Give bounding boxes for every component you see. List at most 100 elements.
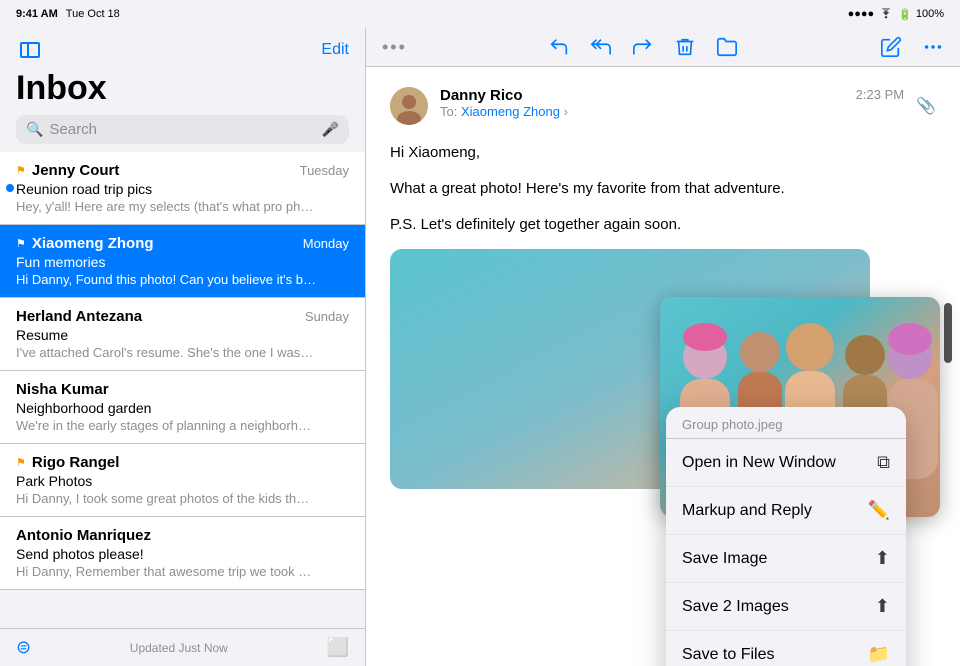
save-2-images-label: Save 2 Images <box>682 598 789 616</box>
search-input[interactable]: Search <box>49 121 315 138</box>
mail-sender: Jenny Court <box>32 162 120 179</box>
context-menu-markup-reply[interactable]: Markup and Reply ✏️ <box>666 487 906 535</box>
updated-text: Updated Just Now <box>130 641 228 655</box>
mail-preview: Hi Danny, I took some great photos of th… <box>16 491 316 506</box>
mail-item[interactable]: Nisha Kumar Neighborhood garden We're in… <box>0 371 365 444</box>
detail-toolbar: ••• <box>366 28 960 67</box>
context-menu-filename: Group photo.jpeg <box>666 407 906 439</box>
signal-icon: ●●●● <box>848 8 875 20</box>
forward-button[interactable] <box>632 36 654 58</box>
markup-reply-label: Markup and Reply <box>682 502 812 520</box>
folder-button[interactable] <box>716 36 738 58</box>
more-button[interactable] <box>922 36 944 58</box>
flag-icon: ⚑ <box>16 164 26 177</box>
home-indicator[interactable] <box>944 303 952 363</box>
avatar-image <box>390 87 428 125</box>
more-options-icon[interactable]: ••• <box>382 37 407 58</box>
to-label: To: <box>440 104 457 119</box>
main-layout: Edit Inbox 🔍 Search 🎤 ⚑ Jenny Court <box>0 28 960 666</box>
mail-sender: Herland Antezana <box>16 308 142 325</box>
save-to-files-icon: 📁 <box>868 644 890 665</box>
status-time: 9:41 AM <box>16 8 58 20</box>
battery-percent: 100% <box>916 8 944 20</box>
status-date: Tue Oct 18 <box>66 8 120 20</box>
save-image-label: Save Image <box>682 550 767 568</box>
mail-items-list: ⚑ Jenny Court Tuesday Reunion road trip … <box>0 152 365 628</box>
compose-button[interactable] <box>880 36 902 58</box>
device-frame: 9:41 AM Tue Oct 18 ●●●● 🔋 100% Edit Inb <box>0 0 960 666</box>
mail-sender: Nisha Kumar <box>16 381 109 398</box>
context-menu-save-to-files[interactable]: Save to Files 📁 <box>666 631 906 666</box>
sidebar-icon <box>20 42 40 58</box>
mail-subject: Fun memories <box>16 254 349 270</box>
trash-icon <box>674 36 696 58</box>
mail-body-line1: What a great photo! Here's my favorite f… <box>390 177 936 201</box>
mail-date: Monday <box>303 236 349 251</box>
mail-preview: Hi Danny, Remember that awesome trip we … <box>16 564 316 579</box>
sender-avatar <box>390 87 428 125</box>
toolbar-right-actions <box>880 36 944 58</box>
mail-item[interactable]: Antonio Manriquez Send photos please! Hi… <box>0 517 365 590</box>
to-name[interactable]: Xiaomeng Zhong <box>461 104 560 119</box>
mail-date: Tuesday <box>300 163 349 178</box>
mail-detail-panel: ••• <box>366 28 960 666</box>
forward-icon <box>632 36 654 58</box>
trash-button[interactable] <box>674 36 696 58</box>
filter-icon[interactable]: ⊜ <box>16 637 31 658</box>
mail-item[interactable]: ⚑ Xiaomeng Zhong Monday Fun memories Hi … <box>0 225 365 298</box>
status-bar: 9:41 AM Tue Oct 18 ●●●● 🔋 100% <box>0 0 960 28</box>
mail-subject: Neighborhood garden <box>16 400 349 416</box>
mail-meta: Danny Rico To: Xiaomeng Zhong › <box>440 87 844 119</box>
mail-preview: Hey, y'all! Here are my selects (that's … <box>16 199 316 214</box>
ellipsis-icon <box>922 36 944 58</box>
markup-icon: ✏️ <box>868 500 890 521</box>
save-2-images-icon: ⬆ <box>875 596 890 617</box>
mail-to-row: To: Xiaomeng Zhong › <box>440 104 844 119</box>
edit-button[interactable]: Edit <box>321 41 349 59</box>
mail-item[interactable]: ⚑ Rigo Rangel Park Photos Hi Danny, I to… <box>0 444 365 517</box>
mail-preview: Hi Danny, Found this photo! Can you beli… <box>16 272 316 287</box>
context-menu: Group photo.jpeg Open in New Window ⧉ Ma… <box>666 407 906 666</box>
mail-item[interactable]: ⚑ Jenny Court Tuesday Reunion road trip … <box>0 152 365 225</box>
mail-body: Hi Xiaomeng, What a great photo! Here's … <box>390 141 936 237</box>
mail-content: Danny Rico To: Xiaomeng Zhong › 2:23 PM … <box>366 67 960 666</box>
chevron-right-icon: › <box>564 104 568 119</box>
mail-time: 2:23 PM <box>856 87 904 102</box>
folder-icon <box>716 36 738 58</box>
context-menu-open-new-window[interactable]: Open in New Window ⧉ <box>666 439 906 487</box>
mail-preview: We're in the early stages of planning a … <box>16 418 316 433</box>
context-menu-save-2-images[interactable]: Save 2 Images ⬆ <box>666 583 906 631</box>
reply-back-button[interactable] <box>548 36 570 58</box>
wifi-icon <box>878 8 894 20</box>
mail-sender: Rigo Rangel <box>32 454 120 471</box>
status-icons: ●●●● 🔋 100% <box>848 8 944 21</box>
mail-from-name: Danny Rico <box>440 87 844 104</box>
compose-icon[interactable]: ⬜ <box>327 637 349 658</box>
save-to-files-label: Save to Files <box>682 646 774 664</box>
mail-from-row: Danny Rico To: Xiaomeng Zhong › 2:23 PM … <box>390 87 936 125</box>
inbox-title: Inbox <box>0 68 365 115</box>
open-new-window-icon: ⧉ <box>877 452 890 473</box>
mail-date: Sunday <box>305 309 349 324</box>
sidebar-toggle-button[interactable] <box>16 36 44 64</box>
microphone-icon[interactable]: 🎤 <box>322 121 339 138</box>
list-bottom: ⊜ Updated Just Now ⬜ <box>0 628 365 666</box>
open-new-window-label: Open in New Window <box>682 454 836 472</box>
mail-body-line2: P.S. Let's definitely get together again… <box>390 213 936 237</box>
toolbar-actions <box>548 36 738 58</box>
mail-subject: Send photos please! <box>16 546 349 562</box>
context-menu-save-image[interactable]: Save Image ⬆ <box>666 535 906 583</box>
list-header: Edit <box>0 28 365 68</box>
mail-subject: Reunion road trip pics <box>16 181 349 197</box>
reply-icon <box>548 36 570 58</box>
search-icon: 🔍 <box>26 121 43 138</box>
compose-icon <box>880 36 902 58</box>
reply-all-button[interactable] <box>590 36 612 58</box>
mail-list-panel: Edit Inbox 🔍 Search 🎤 ⚑ Jenny Court <box>0 28 366 666</box>
search-bar[interactable]: 🔍 Search 🎤 <box>16 115 349 144</box>
mail-sender: Antonio Manriquez <box>16 527 151 544</box>
mail-preview: I've attached Carol's resume. She's the … <box>16 345 316 360</box>
mail-item[interactable]: Herland Antezana Sunday Resume I've atta… <box>0 298 365 371</box>
reply-all-icon <box>590 36 612 58</box>
attachment-icon: 📎 <box>916 96 936 116</box>
